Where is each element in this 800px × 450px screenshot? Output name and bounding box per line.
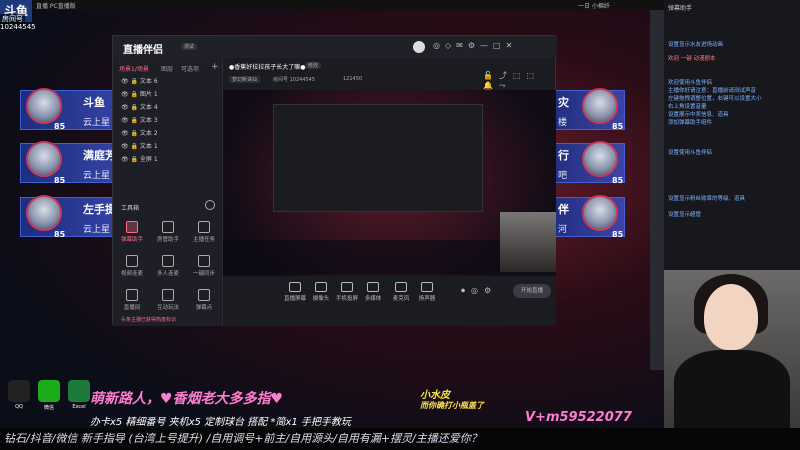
window-controls[interactable]: ◎◇✉⚙—□✕ [433, 41, 517, 50]
scene-item[interactable]: 👁 🔒 全屏 1 [121, 154, 158, 164]
player-avatar [26, 141, 62, 177]
room-id: 10244545 [0, 23, 36, 31]
tab-layers[interactable]: 图层 [161, 64, 173, 73]
tool-interact[interactable]: 互动玩法 [151, 286, 185, 318]
toolbox-header: 工具箱 [121, 205, 140, 212]
record-settings-icons[interactable]: ⏺◎⚙ [461, 286, 497, 296]
streamer-webcam [664, 270, 800, 428]
scene-item[interactable]: 👁 🔒 文本 2 [121, 128, 158, 138]
player-level: 85 [54, 176, 66, 185]
player-level: 85 [612, 176, 624, 185]
chat-line: 主播你好请注意：直播前请测试声音 [668, 88, 757, 94]
chat-line: 欢迎 一键 动漫剧本 [668, 56, 716, 62]
category-chip[interactable]: 梦幻新诛仙 [229, 76, 261, 83]
chat-line: 设置显示粉丝勋章的等级、道具 [668, 196, 746, 202]
tab-options[interactable]: 可选项 [181, 64, 199, 73]
bottom-ticker: 钻石/抖音/微信 新手指导 (台湾上号提升) /自用调号+前主/自用源头/自用有… [0, 428, 800, 450]
app-badge: 测试 [181, 43, 198, 50]
tool-sync[interactable]: 一键同步 [187, 252, 221, 284]
speaker-button[interactable]: 扬声器 [415, 282, 439, 302]
chat-line: 添加弹幕助手组件 [668, 120, 713, 126]
wechat-icon[interactable] [38, 380, 60, 402]
player-level: 85 [54, 122, 66, 131]
microphone-button[interactable]: 麦克风 [389, 282, 413, 302]
add-scene-icon[interactable]: + [211, 62, 219, 72]
window-title: 直播 PC直播版 [36, 3, 76, 10]
scene-panel: 场景1/场景 图层 可选项 + 👁 🔒 文本 6 👁 🔒 图片 1 👁 🔒 文本… [113, 58, 223, 326]
footer-note: 头条主播已获得热度标识 [121, 317, 177, 323]
chat-line: 右上角设置音量 [668, 104, 707, 110]
camera-button[interactable]: 摄像头 [309, 282, 333, 302]
scene-item[interactable]: 👁 🔒 图片 1 [121, 89, 158, 99]
player-avatar [26, 195, 62, 231]
app-title-bar: 直播伴侣 测试 ◎◇✉⚙—□✕ [113, 36, 557, 58]
player-avatar [582, 141, 618, 177]
danmu-panel-title: 弹幕助手 [668, 5, 693, 12]
player-avatar [26, 88, 62, 124]
chat-line: 欢迎使用斗鱼伴侣 [668, 80, 713, 86]
scene-item[interactable]: 👁 🔒 文本 6 [121, 76, 158, 86]
side-toolbar [650, 10, 664, 370]
player-level: 85 [54, 230, 66, 239]
go-live-button[interactable]: 开始直播 [513, 284, 551, 298]
scene-item[interactable]: 👁 🔒 文本 4 [121, 102, 158, 112]
tool-room[interactable]: 直播间 [115, 286, 149, 318]
header-tool-icons[interactable]: 🔓⤴⬚⬚🔔⤳ [483, 70, 555, 91]
desktop-stage: 直播 PC直播版 一日 小棉纤 斗鱼 房间号 10244545 斗鱼 云上星 8… [0, 0, 800, 450]
excel-icon[interactable] [68, 380, 90, 402]
media-button[interactable]: 多媒体 [361, 282, 385, 302]
chat-line: 设置使用斗鱼伴侣 [668, 150, 713, 156]
player-avatar [582, 195, 618, 231]
phone-cast-button[interactable]: 手机投屏 [335, 282, 359, 302]
player-avatar [582, 88, 618, 124]
chat-line: 设置展示中奖信息、道具 [668, 112, 729, 118]
tool-danmu[interactable]: 弹幕助手 [115, 218, 149, 250]
streamer-face [704, 284, 758, 350]
overlay-note: 办卡x5 精细番号 夹机x5 定制球台 搭配 *简x1 手把手教玩 [90, 417, 351, 428]
nested-preview [273, 104, 483, 212]
qq-icon[interactable] [8, 380, 30, 402]
chat-line: 左键拖拽调整位置，右键可以设置大小 [668, 96, 762, 102]
player-level: 85 [612, 122, 624, 131]
chat-line: 设置显示超管 [668, 212, 702, 218]
streaming-app-window: 直播伴侣 测试 ◎◇✉⚙—□✕ 场景1/场景 图层 可选项 + 👁 🔒 文本 6… [112, 35, 557, 326]
desktop-icons: QQ 微信 Excel [0, 378, 664, 414]
tool-tasks[interactable]: 主播任务 [187, 218, 221, 250]
screen-capture-button[interactable]: 直播屏幕 [283, 282, 307, 302]
tool-danmu-point[interactable]: 弹幕点 [187, 286, 221, 318]
user-avatar-icon[interactable] [413, 41, 425, 53]
tool-video-link[interactable]: 视频连麦 [115, 252, 149, 284]
tray-label: 一日 小棉纤 [578, 3, 610, 10]
app-logo: 直播伴侣 [123, 45, 163, 56]
tab-scenes[interactable]: 场景1/场景 [119, 64, 149, 73]
player-level: 85 [612, 230, 624, 239]
room-info: 房间号 10244545 [273, 77, 316, 83]
scene-item[interactable]: 👁 🔒 文本 1 [121, 141, 158, 151]
toolbox-more-icon[interactable] [205, 200, 215, 210]
webcam-preview [500, 212, 556, 272]
tool-room-admin[interactable]: 房管助手 [151, 218, 185, 250]
tool-multi-link[interactable]: 多人连麦 [151, 252, 185, 284]
scene-item[interactable]: 👁 🔒 文本 3 [121, 115, 158, 125]
stream-title: ●香蕉好拉拉孩子长大了嘛● [229, 64, 306, 71]
chat-line: 设置显示水友进场动画 [668, 42, 724, 48]
fans-count: 121450 [343, 76, 363, 82]
edit-title-button[interactable]: 修改 [305, 62, 322, 69]
control-bar: 直播屏幕 摄像头 手机投屏 多媒体 麦克风 扬声器 ⏺◎⚙ 开始直播 [223, 276, 556, 326]
